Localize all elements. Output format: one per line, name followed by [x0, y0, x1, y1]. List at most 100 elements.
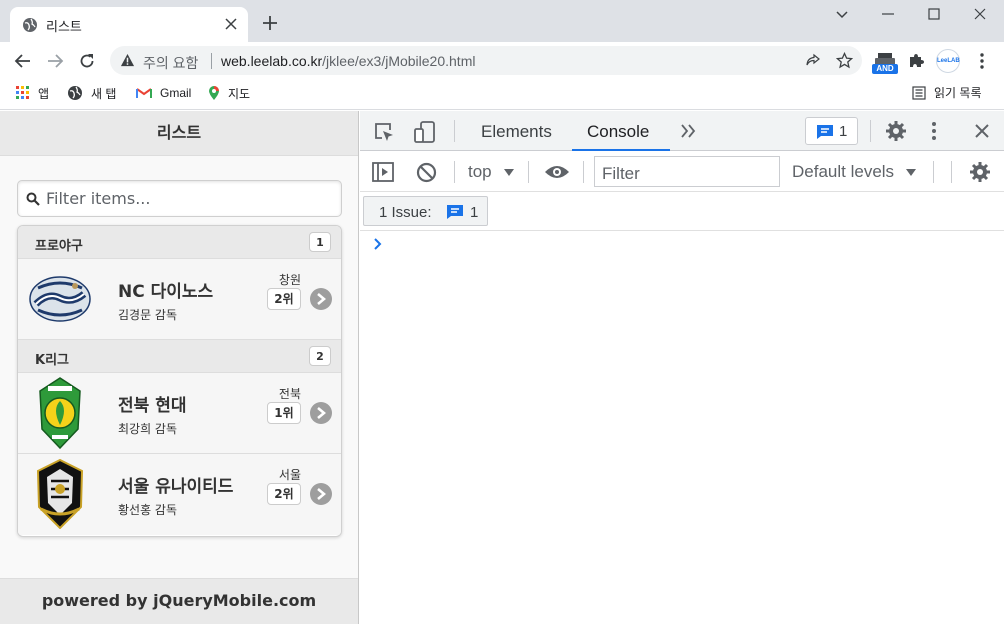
sidebar-toggle-icon[interactable] [372, 162, 394, 182]
issue-message-icon [447, 205, 463, 219]
toolbar-divider [933, 161, 934, 183]
apps-grid-icon [16, 86, 29, 99]
levels-dropdown-icon[interactable] [906, 169, 916, 176]
globe-icon [68, 86, 82, 100]
chevron-right-icon[interactable] [310, 288, 332, 310]
issues-count: 1 [839, 123, 848, 140]
devtools-tabbar: Elements Console 1 [360, 111, 1004, 151]
issues-counter-button[interactable]: 1 [805, 117, 858, 145]
rank-bubble: 2위 [267, 483, 301, 505]
page-footer: powered by jQueryMobile.com [0, 578, 358, 624]
settings-gear-icon[interactable] [885, 120, 907, 142]
reload-icon[interactable] [78, 52, 96, 70]
close-tab-icon[interactable] [225, 18, 237, 30]
devtools-panel: Elements Console 1 top Filter Default le… [360, 111, 1004, 624]
console-settings-gear-icon[interactable] [969, 161, 991, 183]
jeonbuk-logo [24, 373, 96, 453]
live-expression-eye-icon[interactable] [544, 164, 570, 180]
leelab-extension-icon[interactable]: LeeLAB [936, 49, 960, 73]
seoul-united-logo [24, 454, 96, 534]
maps-pin-icon [209, 86, 219, 100]
share-icon[interactable] [805, 53, 821, 69]
console-prompt-chevron-icon[interactable] [372, 238, 384, 250]
close-window-icon[interactable] [972, 6, 988, 22]
more-tabs-icon[interactable] [680, 124, 696, 138]
city-label: 서울 [278, 468, 301, 482]
chevron-right-icon[interactable] [310, 402, 332, 424]
extensions-puzzle-icon[interactable] [908, 52, 925, 69]
issues-label: 1 Issue: [379, 204, 432, 221]
address-divider [211, 53, 212, 69]
forward-icon[interactable] [46, 52, 64, 70]
team-listview: 프로야구 1 NC 다이노스 김경문 감독 창원 2위 K리그 2 전북 현대 … [17, 225, 342, 537]
back-icon[interactable] [14, 52, 32, 70]
toolbar-divider [454, 161, 455, 183]
bookmark-star-icon[interactable] [836, 52, 853, 69]
bookmark-maps[interactable]: 지도 [208, 84, 250, 102]
count-bubble: 1 [309, 232, 331, 252]
url-text[interactable]: web.leelab.co.kr/jklee/ex3/jMobile20.htm… [221, 53, 475, 69]
team-name: NC 다이노스 [118, 282, 214, 302]
devtools-menu-icon[interactable] [930, 121, 938, 141]
bookmark-label: Gmail [160, 86, 192, 100]
active-tab-indicator [572, 149, 670, 151]
reading-list[interactable]: 읽기 목록 [912, 84, 982, 101]
minimize-icon[interactable] [880, 6, 896, 22]
nc-dinos-logo [24, 259, 96, 339]
mobile-page: 리스트 프로야구 1 NC 다이노스 [0, 111, 359, 624]
coach-name: 김경문 감독 [118, 308, 178, 322]
filter-input[interactable] [46, 181, 336, 216]
bookmark-new-tab[interactable]: 새 탭 [67, 84, 116, 102]
bookmark-label: 앱 [38, 86, 50, 101]
tab-search-icon[interactable] [834, 6, 850, 22]
reading-list-icon [912, 85, 926, 100]
list-item[interactable]: 서울 유나이티드 황선홍 감독 서울 2위 [18, 454, 341, 535]
city-label: 창원 [278, 273, 301, 287]
gmail-icon [136, 88, 152, 98]
divider-label: 프로야구 [35, 239, 83, 254]
issues-button[interactable]: 1 Issue: 1 [363, 196, 488, 226]
bookmark-gmail[interactable]: Gmail [136, 84, 191, 102]
toolbar-divider [951, 161, 952, 183]
team-name: 전북 현대 [118, 396, 187, 416]
toolbar-divider [870, 120, 871, 142]
device-toolbar-icon[interactable] [413, 120, 437, 144]
warning-icon[interactable] [120, 53, 135, 68]
reading-list-label: 읽기 목록 [934, 86, 982, 100]
inspect-element-icon[interactable] [373, 121, 395, 143]
browser-menu-icon[interactable] [975, 52, 989, 70]
page-header: 리스트 [0, 111, 358, 156]
address-bar[interactable]: 주의 요함 web.leelab.co.kr/jklee/ex3/jMobile… [110, 46, 862, 75]
filter-field[interactable] [17, 180, 342, 217]
chevron-right-icon[interactable] [310, 483, 332, 505]
toolbar-divider [454, 120, 455, 142]
bookmark-apps[interactable]: 앱 [16, 84, 49, 102]
maximize-icon[interactable] [926, 6, 942, 22]
issues-row: 1 Issue: 1 [360, 192, 1004, 231]
list-divider-kleague: K리그 2 [18, 340, 341, 373]
browser-toolbar: 주의 요함 web.leelab.co.kr/jklee/ex3/jMobile… [0, 42, 1004, 78]
security-label[interactable]: 주의 요함 [143, 53, 198, 73]
team-name: 서울 유나이티드 [118, 477, 234, 497]
console-toolbar: top Filter Default levels [360, 152, 1004, 192]
issues-number: 1 [470, 204, 479, 221]
new-tab-icon[interactable] [262, 15, 278, 31]
context-selector[interactable]: top [468, 162, 492, 182]
close-devtools-icon[interactable] [974, 123, 990, 139]
clear-console-icon[interactable] [416, 162, 437, 183]
log-levels-dropdown[interactable]: Default levels [792, 162, 894, 182]
list-item[interactable]: NC 다이노스 김경문 감독 창원 2위 [18, 259, 341, 340]
toolbar-divider [528, 161, 529, 183]
list-item[interactable]: 전북 현대 최강희 감독 전북 1위 [18, 373, 341, 454]
and-extension-icon[interactable]: AND [872, 52, 898, 74]
context-dropdown-icon[interactable] [504, 169, 514, 176]
browser-tab[interactable]: 리스트 [10, 7, 248, 42]
coach-name: 최강희 감독 [118, 422, 178, 436]
bookmark-label: 지도 [228, 86, 251, 101]
rank-bubble: 2위 [267, 288, 301, 310]
divider-label: K리그 [35, 353, 69, 368]
bookmark-label: 새 탭 [91, 86, 117, 101]
console-filter-input[interactable]: Filter [594, 156, 780, 187]
tab-elements[interactable]: Elements [481, 122, 552, 142]
tab-console[interactable]: Console [587, 122, 649, 142]
